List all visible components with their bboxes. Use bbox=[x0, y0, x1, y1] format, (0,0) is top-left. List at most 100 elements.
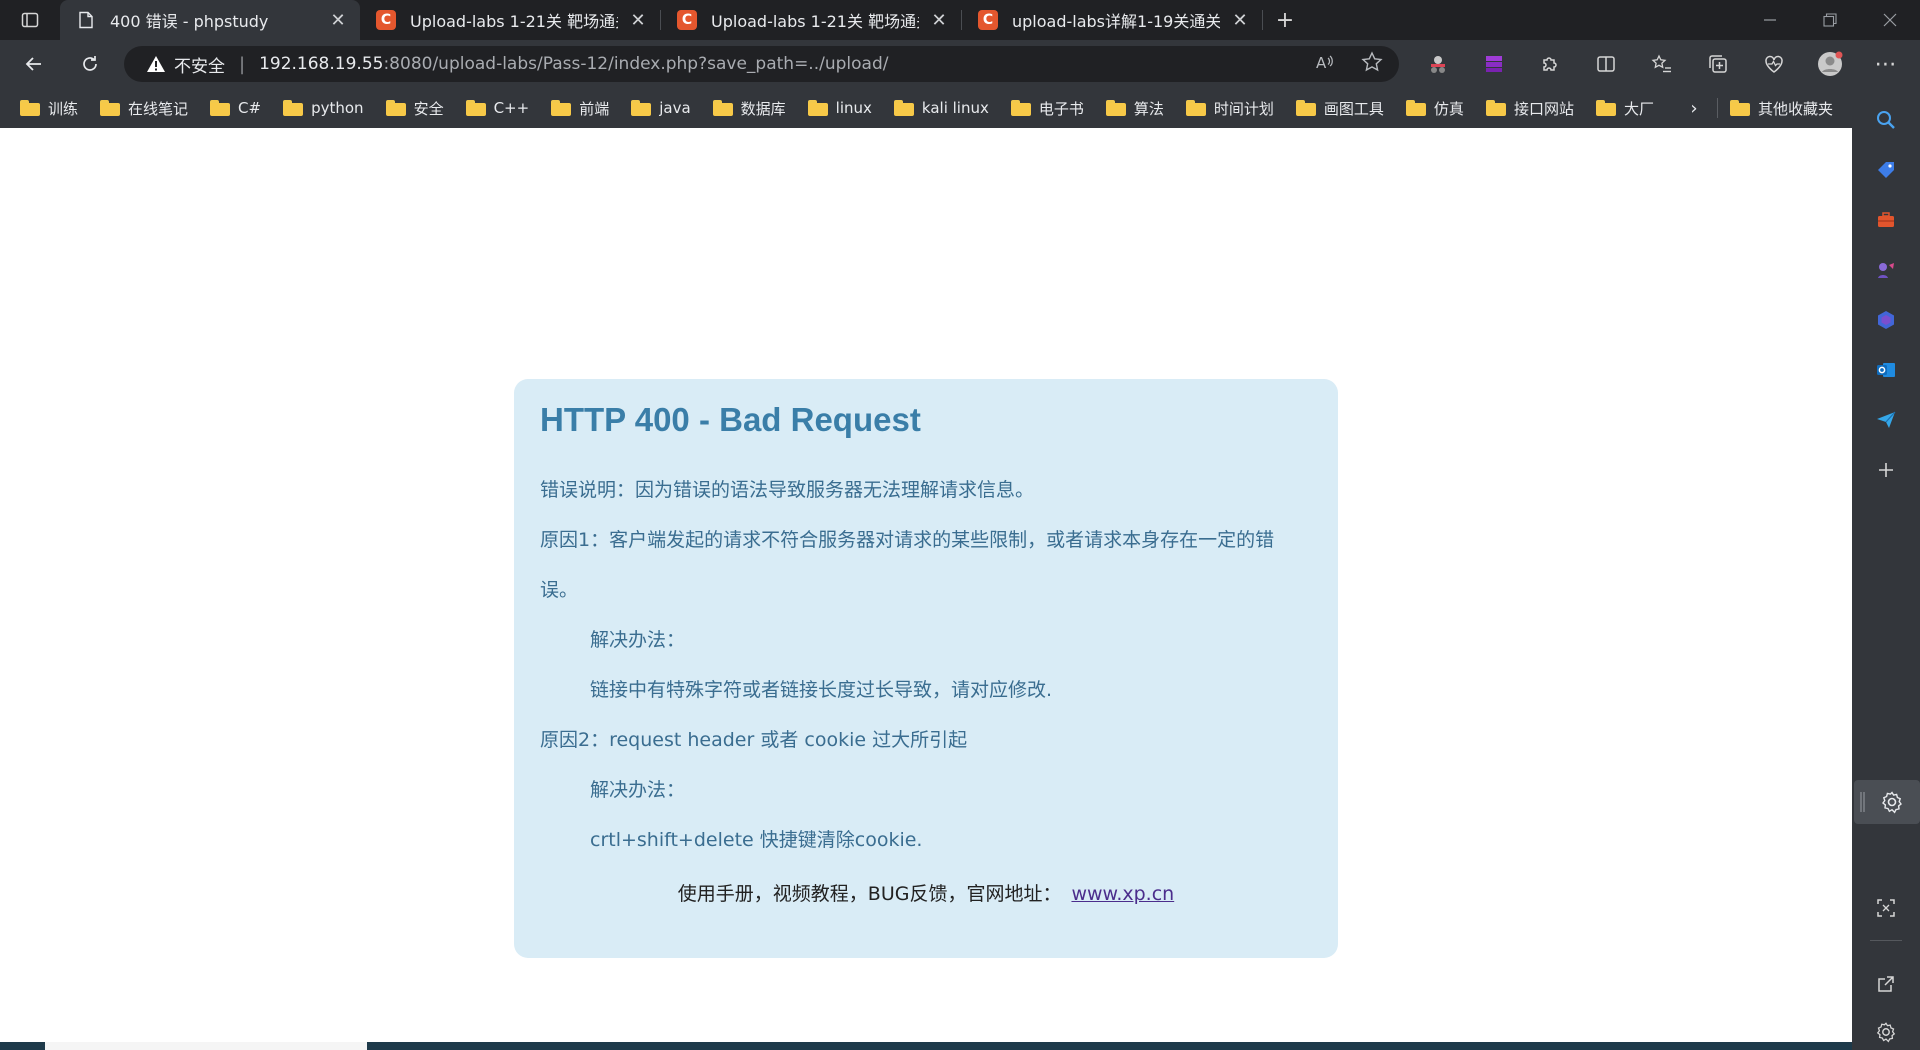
stack-extension-icon bbox=[1486, 56, 1502, 72]
heart-pulse-icon bbox=[1765, 55, 1783, 73]
security-label[interactable]: 不安全 bbox=[174, 52, 225, 77]
scrollbar-thumb[interactable] bbox=[45, 1042, 367, 1050]
bookmark-folder[interactable]: 电子书 bbox=[1005, 94, 1090, 122]
folder-icon bbox=[1295, 100, 1316, 116]
back-button[interactable] bbox=[6, 40, 62, 88]
bookmark-folder[interactable]: 在线笔记 bbox=[94, 94, 194, 122]
bookmark-folder[interactable]: 前端 bbox=[545, 94, 615, 122]
sidebar-screenshot-button[interactable] bbox=[1866, 888, 1906, 928]
sidebar-outlook-button[interactable] bbox=[1866, 350, 1906, 390]
bookmark-label: 前端 bbox=[579, 99, 610, 118]
sidebar-office-button[interactable] bbox=[1866, 300, 1906, 340]
restore-button[interactable] bbox=[1800, 0, 1860, 40]
sidebar-customize-button[interactable] bbox=[1872, 782, 1912, 822]
sidebar-open-external-button[interactable] bbox=[1866, 964, 1906, 1004]
more-bookmarks-button[interactable]: › bbox=[1680, 94, 1708, 122]
sidebar-drop-button[interactable] bbox=[1866, 400, 1906, 440]
warning-icon[interactable] bbox=[146, 55, 166, 73]
collections-button[interactable] bbox=[1690, 40, 1746, 88]
read-aloud-icon[interactable]: A bbox=[1315, 53, 1335, 75]
close-tab-icon[interactable]: ✕ bbox=[328, 10, 348, 31]
bookmark-folder[interactable]: 算法 bbox=[1100, 94, 1170, 122]
sidebar-search-button[interactable] bbox=[1866, 100, 1906, 140]
tab-upload-labs-2[interactable]: C Upload-labs 1-21关 靶场通关笔记 ✕ bbox=[661, 0, 961, 40]
settings-more-button[interactable]: ⋯ bbox=[1858, 40, 1914, 88]
folder-icon bbox=[283, 100, 304, 116]
extension-spy-button[interactable] bbox=[1410, 40, 1466, 88]
close-window-button[interactable] bbox=[1860, 0, 1920, 40]
bookmark-folder[interactable]: 时间计划 bbox=[1180, 94, 1280, 122]
bookmark-label: 训练 bbox=[48, 99, 79, 118]
bookmark-label: 在线笔记 bbox=[128, 99, 189, 118]
back-arrow-icon bbox=[25, 57, 41, 71]
bookmark-folder[interactable]: 接口网站 bbox=[1480, 94, 1580, 122]
tab-upload-labs-3[interactable]: C upload-labs详解1-19关通关全解 ✕ bbox=[962, 0, 1262, 40]
toolbox-icon bbox=[1878, 212, 1894, 227]
reason-1-continued: 误。 bbox=[540, 579, 579, 601]
sidebar-add-button[interactable] bbox=[1866, 450, 1906, 490]
tab-strip: 400 错误 - phpstudy ✕ C Upload-labs 1-21关 … bbox=[0, 0, 1920, 40]
sidebar-shopping-button[interactable] bbox=[1866, 150, 1906, 190]
bookmark-folder[interactable]: 画图工具 bbox=[1290, 94, 1390, 122]
folder-icon bbox=[1105, 100, 1126, 116]
solution-label-1: 解决办法： bbox=[590, 629, 686, 651]
bookmark-folder[interactable]: 安全 bbox=[380, 94, 450, 122]
svg-text:A: A bbox=[1316, 54, 1327, 71]
close-icon bbox=[1883, 13, 1897, 27]
close-tab-icon[interactable]: ✕ bbox=[628, 10, 648, 31]
split-screen-button[interactable] bbox=[1578, 40, 1634, 88]
extension-purple-button[interactable] bbox=[1466, 40, 1522, 88]
refresh-button[interactable] bbox=[62, 40, 118, 88]
url-host[interactable]: 192.168.19.55 bbox=[259, 54, 383, 74]
folder-icon bbox=[385, 100, 406, 116]
browser-essentials-button[interactable] bbox=[1746, 40, 1802, 88]
favorite-star-icon[interactable] bbox=[1361, 51, 1383, 77]
folder-icon bbox=[1405, 100, 1426, 116]
sidebar-settings-button[interactable] bbox=[1866, 1012, 1906, 1050]
folder-icon bbox=[712, 100, 733, 116]
minimize-button[interactable] bbox=[1740, 0, 1800, 40]
tab-title: upload-labs详解1-19关通关全解 bbox=[1012, 12, 1220, 31]
spy-extension-icon bbox=[1431, 56, 1445, 73]
bookmark-folder[interactable]: java bbox=[625, 94, 696, 122]
profile-button[interactable] bbox=[1802, 40, 1858, 88]
folder-icon bbox=[807, 100, 828, 116]
bookmark-folder[interactable]: 仿真 bbox=[1400, 94, 1470, 122]
extensions-button[interactable] bbox=[1522, 40, 1578, 88]
bookmark-label: 仿真 bbox=[1433, 99, 1464, 118]
tab-upload-labs-1[interactable]: C Upload-labs 1-21关 靶场通关攻略 ✕ bbox=[360, 0, 660, 40]
favorites-button[interactable] bbox=[1634, 40, 1690, 88]
window-controls bbox=[1740, 0, 1920, 40]
bookmark-folder[interactable]: kali linux bbox=[888, 94, 995, 122]
bookmark-folder[interactable]: C++ bbox=[460, 94, 536, 122]
url-path[interactable]: :8080/upload-labs/Pass-12/index.php?save… bbox=[383, 54, 888, 74]
sidebar-tools-button[interactable] bbox=[1866, 200, 1906, 240]
other-favorites-folder[interactable]: 其他收藏夹 bbox=[1724, 94, 1839, 122]
bookmark-folder[interactable]: C# bbox=[204, 94, 267, 122]
bookmark-folder[interactable]: 数据库 bbox=[707, 94, 792, 122]
plus-icon bbox=[1879, 463, 1893, 477]
bookmark-label: 电子书 bbox=[1038, 99, 1084, 118]
bookmark-label: C++ bbox=[493, 99, 530, 117]
bookmark-label: kali linux bbox=[921, 99, 989, 117]
official-site-link[interactable]: www.xp.cn bbox=[1071, 883, 1174, 905]
bookmark-folder[interactable]: python bbox=[277, 94, 369, 122]
close-tab-icon[interactable]: ✕ bbox=[1230, 10, 1250, 31]
bookmark-folder[interactable]: 大厂 bbox=[1590, 94, 1660, 122]
search-icon bbox=[1877, 111, 1895, 129]
favorites-list-icon bbox=[1651, 54, 1671, 73]
bookmark-folder[interactable]: linux bbox=[802, 94, 878, 122]
bookmark-folder[interactable]: 训练 bbox=[14, 94, 84, 122]
csdn-icon: C bbox=[677, 10, 697, 30]
sidebar-games-button[interactable] bbox=[1866, 250, 1906, 290]
address-bar[interactable]: 不安全 | 192.168.19.55:8080/upload-labs/Pas… bbox=[124, 46, 1399, 82]
tab-actions-button[interactable] bbox=[0, 0, 60, 40]
close-tab-icon[interactable]: ✕ bbox=[929, 10, 949, 31]
bookmark-label: 时间计划 bbox=[1213, 99, 1274, 118]
new-tab-button[interactable]: + bbox=[1263, 0, 1307, 40]
bookmark-label: java bbox=[659, 99, 691, 117]
folder-icon bbox=[465, 100, 486, 116]
tab-400-error[interactable]: 400 错误 - phpstudy ✕ bbox=[60, 0, 360, 40]
error-title: HTTP 400 - Bad Request bbox=[540, 401, 921, 438]
drag-handle[interactable] bbox=[1860, 790, 1865, 814]
